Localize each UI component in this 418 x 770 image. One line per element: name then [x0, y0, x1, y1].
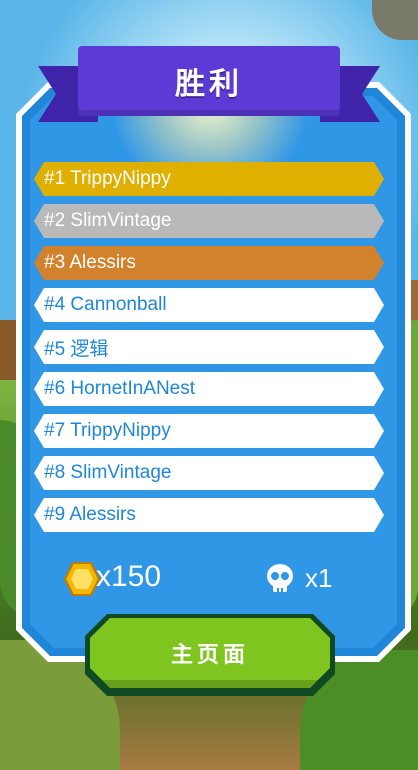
- leaderboard-row-6: #6 HornetInANest: [34, 372, 384, 406]
- victory-title: 胜利: [175, 67, 243, 102]
- hex-coin-icon: [64, 562, 100, 596]
- player-rank-name: #4 Cannonball: [44, 294, 167, 315]
- player-rank-name: #5 逻辑: [44, 338, 109, 360]
- player-rank-name: #7 TrippyNippy: [44, 420, 171, 441]
- leaderboard-row-2: #2 SlimVintage: [34, 204, 384, 238]
- player-rank-name: #8 SlimVintage: [44, 462, 172, 483]
- leaderboard-row-3: #3 Alessirs: [34, 246, 384, 280]
- leaderboard-row-9: #9 Alessirs: [34, 498, 384, 532]
- player-rank-name: #9 Alessirs: [44, 504, 136, 525]
- leaderboard-row-1: #1 TrippyNippy: [34, 162, 384, 196]
- player-rank-name: #2 SlimVintage: [44, 210, 172, 231]
- player-rank-name: #3 Alessirs: [44, 252, 136, 273]
- leaderboard-row-8: #8 SlimVintage: [34, 456, 384, 490]
- leaderboard-row-5: #5 逻辑: [34, 330, 384, 364]
- player-rank-name: #6 HornetInANest: [44, 378, 196, 399]
- player-rank-name: #1 TrippyNippy: [44, 168, 171, 189]
- kills-count: x1: [305, 563, 333, 593]
- home-button[interactable]: 主页面: [90, 618, 330, 688]
- coins-count: x150: [96, 560, 162, 593]
- leaderboard-row-4: #4 Cannonball: [34, 288, 384, 322]
- skull-icon: [267, 564, 293, 592]
- leaderboard-row-7: #7 TrippyNippy: [34, 414, 384, 448]
